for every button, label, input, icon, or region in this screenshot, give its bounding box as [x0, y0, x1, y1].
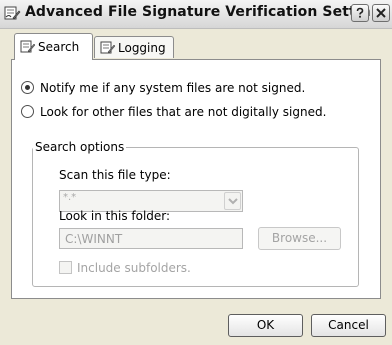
window-title: Advanced File Signature Verification Set…: [25, 4, 388, 20]
cancel-button[interactable]: Cancel: [311, 314, 386, 337]
tab-search[interactable]: Search: [14, 33, 93, 60]
dropdown-button[interactable]: [224, 192, 241, 210]
help-button[interactable]: [351, 4, 369, 22]
include-subfolders-label: Include subfolders.: [77, 261, 191, 275]
title-bar[interactable]: Advanced File Signature Verification Set…: [0, 0, 392, 29]
radio-button-selected[interactable]: [21, 81, 34, 94]
search-options-legend: Search options: [33, 140, 127, 154]
ok-button[interactable]: OK: [228, 314, 303, 337]
signature-verification-icon: [4, 5, 21, 21]
radio-notify-label: Notify me if any system files are not si…: [40, 81, 306, 95]
close-icon: [376, 8, 386, 18]
folder-input[interactable]: C:\WINNT: [59, 228, 243, 249]
radio-look-label: Look for other files that are not digita…: [40, 105, 327, 119]
tab-logging[interactable]: Logging: [94, 36, 174, 58]
tab-logging-label: Logging: [118, 41, 166, 55]
folder-value: C:\WINNT: [65, 232, 123, 246]
include-subfolders-checkbox[interactable]: [59, 261, 72, 274]
folder-label: Look in this folder:: [59, 209, 171, 223]
close-button[interactable]: [372, 4, 390, 22]
radio-button[interactable]: [21, 105, 34, 118]
help-icon: [356, 7, 364, 18]
file-type-label: Scan this file type:: [59, 168, 171, 182]
file-type-value: *.*: [63, 192, 77, 203]
search-tab-icon: [20, 39, 36, 53]
dialog-window: Advanced File Signature Verification Set…: [0, 0, 392, 345]
chevron-down-icon: [228, 198, 238, 205]
logging-tab-icon: [100, 40, 116, 54]
browse-button[interactable]: Browse...: [258, 227, 341, 250]
tab-search-label: Search: [38, 40, 80, 54]
